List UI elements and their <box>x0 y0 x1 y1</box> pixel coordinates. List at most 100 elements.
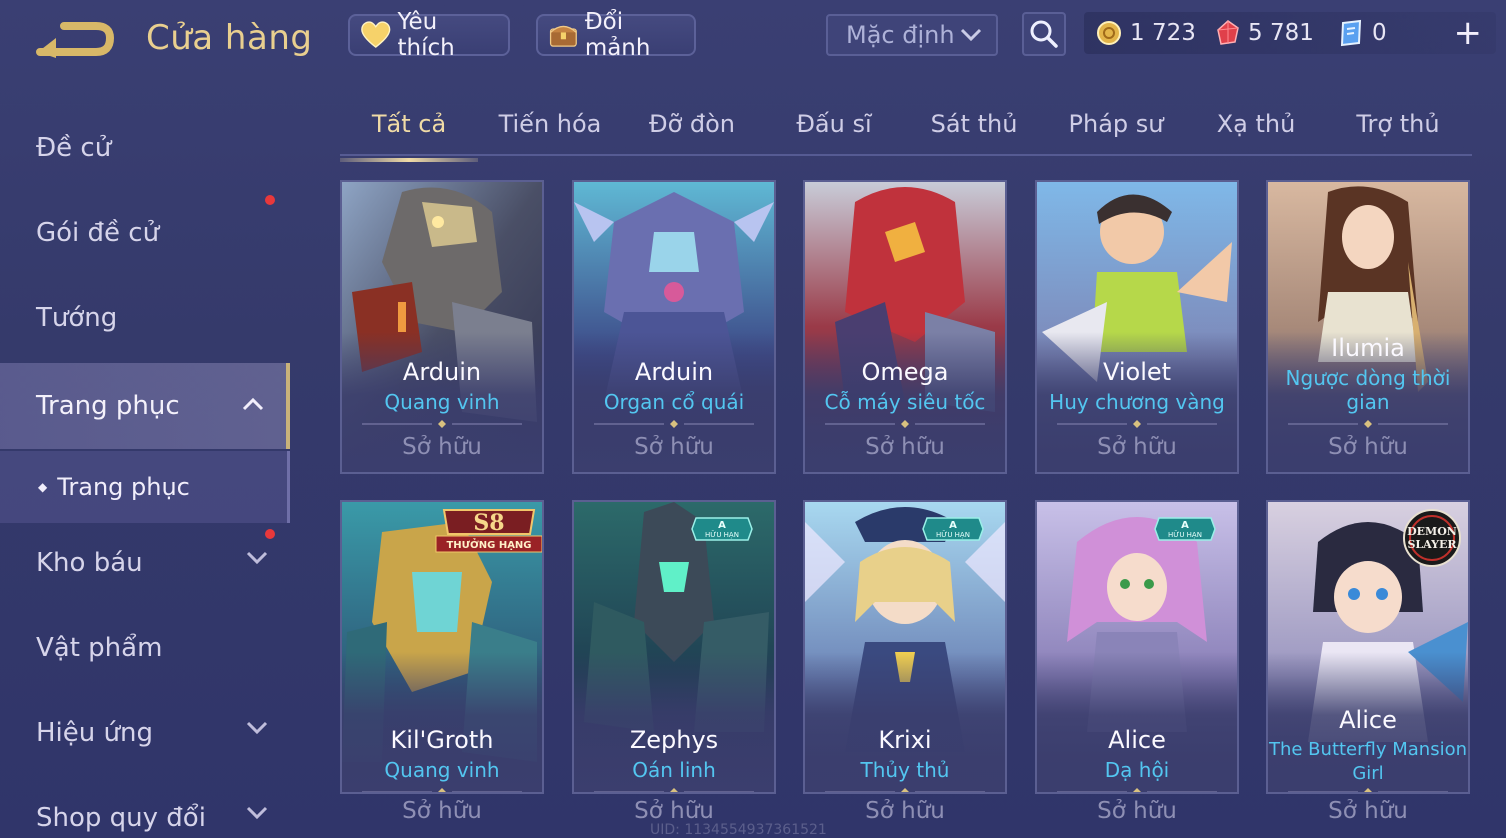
sidebar-subitem-label: Trang phục <box>57 473 190 501</box>
owned-status: Sở hữu <box>402 798 482 824</box>
owned-status: Sở hữu <box>634 798 714 824</box>
sidebar-item-skins[interactable]: Trang phục <box>0 363 290 449</box>
skin-name: Ngược dòng thời gian <box>1285 366 1451 414</box>
skin-card[interactable]: S8 THƯỞNG HẠNG Kil'Groth Quang vinh <box>340 500 544 794</box>
svg-text:HỮU HẠN: HỮU HẠN <box>1168 530 1202 539</box>
voucher-icon <box>1340 19 1362 47</box>
tab-label: Đấu sĩ <box>796 110 872 138</box>
skin-card[interactable]: Omega Cỗ máy siêu tốc Sở hữu <box>803 180 1007 474</box>
sidebar-item-label: Trang phục <box>36 391 180 421</box>
skin-card[interactable]: DEMON SLAYER Alice The Butterfly Mansion… <box>1266 500 1470 794</box>
svg-text:A: A <box>1181 520 1189 531</box>
diamond-bullet-icon: ◆ <box>38 480 48 494</box>
skin-card[interactable]: A HỮU HẠN Krixi Thủy thủ <box>803 500 1007 794</box>
skin-name: Oán linh <box>632 758 716 782</box>
skin-card[interactable]: A HỮU HẠN Alice Dạ hội <box>1035 500 1239 794</box>
tab-all[interactable]: Tất cả <box>340 110 478 162</box>
role-tabs: Tất cả Tiến hóa Đỡ đòn Đấu sĩ Sát thủ Ph… <box>340 100 1472 162</box>
tab-assassin[interactable]: Sát thủ <box>904 110 1044 154</box>
favorites-label: Yêu thích <box>397 9 455 61</box>
hero-name: Omega <box>861 358 949 386</box>
voucher-currency: 0 <box>1338 12 1387 54</box>
svg-text:A: A <box>718 520 726 531</box>
chevron-down-icon <box>246 721 268 735</box>
sidebar-subitem-skins[interactable]: ◆ Trang phục <box>0 451 290 523</box>
sidebar-item-label: Tướng <box>36 303 118 333</box>
sidebar-item-treasure[interactable]: Kho báu <box>0 523 290 603</box>
sidebar-item-items[interactable]: Vật phẩm <box>0 608 290 688</box>
divider-icon <box>362 420 522 428</box>
tab-fighter[interactable]: Đấu sĩ <box>764 110 904 154</box>
sort-selected-label: Mặc định <box>846 21 955 49</box>
tab-evolution[interactable]: Tiến hóa <box>480 110 620 154</box>
user-id-watermark: UID: 1134554937361521 <box>650 822 827 838</box>
skin-card[interactable]: Arduin Organ cổ quái Sở hữu <box>572 180 776 474</box>
search-button[interactable] <box>1022 12 1066 56</box>
owned-status: Sở hữu <box>1328 434 1408 460</box>
hero-name: Krixi <box>878 726 932 754</box>
svg-text:HỮU HẠN: HỮU HẠN <box>936 530 970 539</box>
back-arrow-icon[interactable] <box>34 18 118 64</box>
shard-exchange-button[interactable]: Đổi mảnh <box>536 9 696 61</box>
gold-currency: 1 723 <box>1096 12 1196 54</box>
owned-status: Sở hữu <box>1097 434 1177 460</box>
voucher-amount: 0 <box>1372 20 1387 46</box>
sidebar-item-recommended[interactable]: Đề cử <box>0 108 290 188</box>
tab-label: Pháp sư <box>1068 110 1164 138</box>
tab-mage[interactable]: Pháp sư <box>1046 110 1186 154</box>
svg-text:THƯỞNG HẠNG: THƯỞNG HẠNG <box>446 537 531 551</box>
hero-name: Ilumia <box>1331 334 1405 362</box>
hero-name: Alice <box>1339 706 1397 734</box>
notification-dot <box>265 529 275 539</box>
owned-status: Sở hữu <box>865 434 945 460</box>
divider-icon <box>1288 420 1448 428</box>
svg-text:HỮU HẠN: HỮU HẠN <box>705 530 739 539</box>
divider-icon <box>594 420 754 428</box>
skin-card[interactable]: Arduin Quang vinh Sở hữu <box>340 180 544 474</box>
chevron-down-icon <box>246 551 268 565</box>
tab-label: Tiến hóa <box>498 110 602 138</box>
skin-card[interactable]: Violet Huy chương vàng Sở hữu <box>1035 180 1239 474</box>
svg-text:S8: S8 <box>473 510 504 536</box>
tab-support[interactable]: Trợ thủ <box>1328 110 1468 154</box>
sort-dropdown[interactable]: Mặc định <box>826 14 998 56</box>
active-tab-underline <box>340 158 478 162</box>
skin-card[interactable]: A HỮU HẠN Zephys Oán linh <box>572 500 776 794</box>
chevron-down-icon <box>960 28 982 42</box>
sidebar-item-heroes[interactable]: Tướng <box>0 278 290 358</box>
ruby-icon <box>1217 20 1239 45</box>
add-currency-button[interactable]: + <box>1454 15 1483 51</box>
svg-text:DEMON: DEMON <box>1407 525 1457 538</box>
sidebar-item-recommended-packs[interactable]: Gói đề cử <box>0 193 290 273</box>
divider-icon <box>362 788 522 792</box>
tab-label: Trợ thủ <box>1356 110 1440 138</box>
s8-rank-badge-icon: S8 THƯỞNG HẠNG <box>435 509 542 553</box>
divider-icon <box>1057 788 1217 792</box>
sidebar-item-exchange-shop[interactable]: Shop quy đổi <box>0 778 290 838</box>
plus-icon: + <box>1453 13 1483 53</box>
owned-status: Sở hữu <box>634 434 714 460</box>
divider-icon <box>1288 788 1448 792</box>
demon-slayer-logo-icon: DEMON SLAYER <box>1403 509 1461 567</box>
sidebar-item-label: Hiệu ứng <box>36 718 153 748</box>
sidebar-item-label: Vật phẩm <box>36 633 163 663</box>
skin-name: Huy chương vàng <box>1049 390 1225 414</box>
tab-label: Tất cả <box>371 110 447 138</box>
tab-tank[interactable]: Đỡ đòn <box>622 110 762 154</box>
divider-icon <box>1057 420 1217 428</box>
sidebar-item-effects[interactable]: Hiệu ứng <box>0 693 290 773</box>
skin-card[interactable]: Ilumia Ngược dòng thời gian Sở hữu <box>1266 180 1470 474</box>
gold-amount: 1 723 <box>1130 20 1196 46</box>
owned-status: Sở hữu <box>1328 798 1408 824</box>
chevron-down-icon <box>246 806 268 820</box>
search-icon <box>1030 20 1058 48</box>
sidebar-item-label: Gói đề cử <box>36 218 160 248</box>
chest-icon <box>549 25 577 47</box>
favorites-button[interactable]: Yêu thích <box>348 9 510 61</box>
tab-label: Xạ thủ <box>1216 110 1296 138</box>
tab-marksman[interactable]: Xạ thủ <box>1186 110 1326 154</box>
divider-icon <box>825 420 985 428</box>
notification-dot <box>265 195 275 205</box>
hero-name: Violet <box>1102 358 1172 386</box>
sidebar: Đề cử Gói đề cử Tướng Trang phục ◆ Trang… <box>0 100 290 838</box>
